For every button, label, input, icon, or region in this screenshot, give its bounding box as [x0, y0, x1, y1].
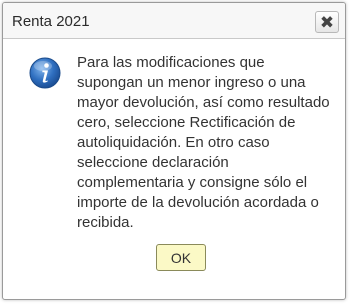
dialog-message: Para las modificaciones que supongan un … [77, 54, 330, 231]
close-icon: ✖ [319, 12, 335, 32]
info-icon [29, 57, 61, 89]
dialog-window: Renta 2021 ✖ Para las modificaciones que… [2, 2, 346, 300]
dialog-title: Renta 2021 [12, 13, 90, 30]
dialog-titlebar[interactable]: Renta 2021 ✖ [3, 3, 345, 39]
ok-button[interactable]: OK [156, 244, 206, 271]
close-button[interactable]: ✖ [315, 11, 339, 33]
